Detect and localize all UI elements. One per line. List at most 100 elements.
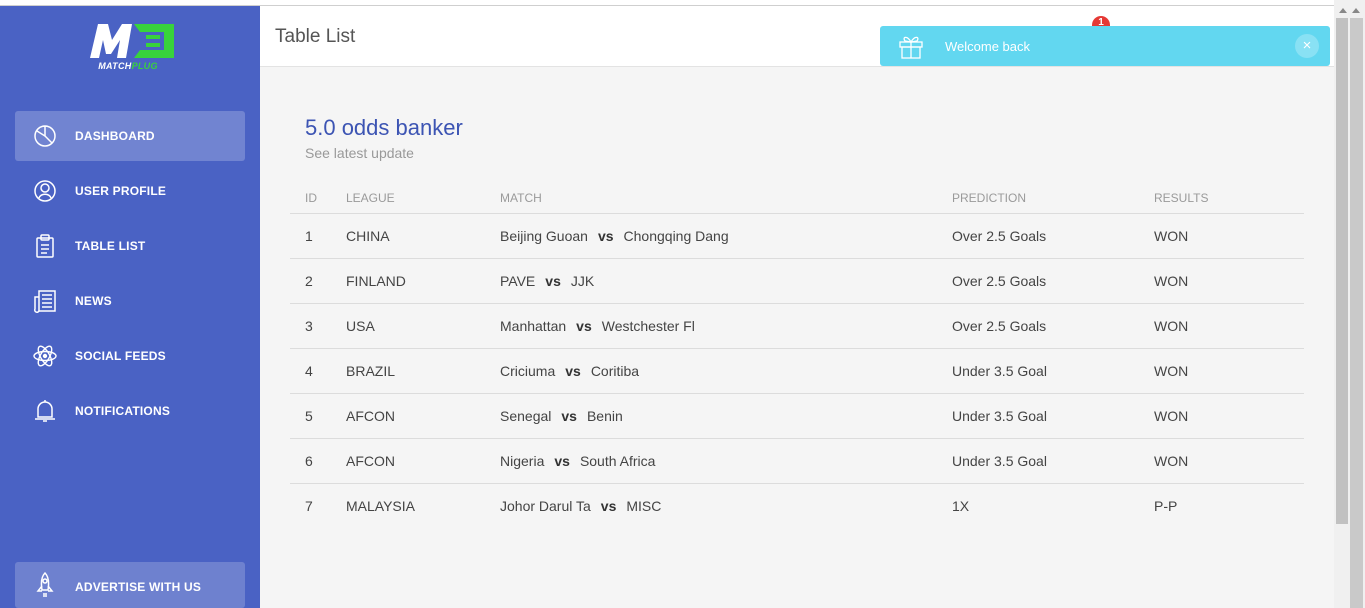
app-logo[interactable]: MATCHPLUG (86, 20, 178, 76)
newspaper-icon (34, 290, 56, 313)
bell-icon (35, 400, 55, 422)
table-row: 1 CHINA Beijing Guoan vs Chongqing Dang Ov… (290, 213, 1304, 259)
page-scrollbar[interactable] (1334, 0, 1365, 608)
sidebar-item-label: NOTIFICATIONS (75, 404, 171, 418)
scrollbar-thumb[interactable] (1336, 18, 1348, 524)
column-header-results: RESULTS (1154, 184, 1304, 214)
scrollbar-thumb[interactable] (1350, 18, 1363, 608)
column-header-prediction: PREDICTION (952, 184, 1154, 214)
vs-label: vs (565, 362, 581, 379)
vs-label: vs (561, 407, 577, 424)
cell-match: Criciuma vs Coritiba (500, 348, 952, 394)
cell-prediction: Under 3.5 Goal (952, 438, 1154, 484)
sidebar-item-label: TABLE LIST (75, 239, 146, 253)
cell-match: PAVE vs JJK (500, 258, 952, 304)
sidebar: MATCHPLUG DASHBOARD USER PROFILE TABLE L… (0, 6, 260, 608)
cell-id: 4 (290, 348, 346, 394)
column-header-match: MATCH (500, 184, 952, 214)
cell-league: MALAYSIA (346, 497, 415, 514)
column-header-id: ID (290, 184, 346, 214)
cell-result: WON (1154, 258, 1304, 304)
main-content: 5.0 odds banker See latest update ID LEA… (260, 67, 1334, 608)
cell-prediction: Under 3.5 Goal (952, 348, 1154, 394)
clipboard-icon (36, 234, 54, 258)
away-team: JJK (570, 272, 595, 289)
sidebar-item-label: DASHBOARD (75, 129, 155, 143)
home-team: PAVE (500, 272, 536, 289)
home-team: Manhattan (500, 317, 567, 334)
cell-league: CHINA (346, 213, 500, 259)
scroll-up-arrow-icon[interactable] (1352, 8, 1360, 13)
sidebar-item-label: USER PROFILE (75, 184, 167, 198)
sidebar-item-social-feeds[interactable]: SOCIAL FEEDS (15, 331, 245, 381)
home-team: Johor Darul Ta (500, 497, 591, 514)
table-header-row: ID LEAGUE MATCH PREDICTION RESULTS (290, 184, 1304, 214)
user-icon (34, 180, 56, 202)
cell-match: Manhattan vs Westchester Fl (500, 303, 952, 349)
brand-suffix: PLUG (131, 61, 158, 71)
cell-match: Johor Darul Ta vs MISC (500, 483, 952, 528)
rocket-icon (36, 572, 54, 597)
cell-prediction: Over 2.5 Goals (952, 303, 1154, 349)
gift-icon (899, 36, 923, 59)
cell-prediction: Over 2.5 Goals (952, 258, 1154, 304)
home-team: Criciuma (500, 362, 556, 379)
away-team: Benin (586, 407, 623, 424)
cell-match: Beijing Guoan vs Chongqing Dang (500, 213, 952, 259)
home-team: Beijing Guoan (500, 227, 588, 244)
cell-prediction: 1X (952, 497, 970, 514)
cell-result: WON (1154, 303, 1304, 349)
cell-match: Nigeria vs South Africa (500, 438, 952, 484)
away-team: South Africa (579, 452, 656, 469)
vs-label: vs (554, 452, 570, 469)
table-row: 7 MALAYSIA Johor Darul Ta vs MISC 1X P-P (290, 483, 1304, 528)
vs-label: vs (545, 272, 561, 289)
cell-result: P-P (1154, 497, 1178, 514)
away-team: MISC (626, 497, 662, 514)
welcome-toast: Welcome back × (880, 26, 1330, 66)
sidebar-item-dashboard[interactable]: DASHBOARD (15, 111, 245, 161)
away-team: Coritiba (590, 362, 640, 379)
table-row: 5 AFCON Senegal vs Benin Under 3.5 Goal WO… (290, 393, 1304, 439)
cell-league: AFCON (346, 393, 500, 439)
scroll-up-arrow-icon[interactable] (1339, 8, 1347, 13)
cell-prediction: Under 3.5 Goal (952, 393, 1154, 439)
atom-icon (33, 345, 57, 367)
sidebar-item-table-list[interactable]: TABLE LIST (15, 221, 245, 271)
table-row: 4 BRAZIL Criciuma vs Coritiba Under 3.5 Go… (290, 348, 1304, 394)
cell-league: AFCON (346, 438, 500, 484)
pie-chart-icon (34, 125, 56, 147)
sidebar-item-notifications[interactable]: NOTIFICATIONS (15, 386, 245, 436)
sidebar-item-label: NEWS (75, 294, 112, 308)
toast-message: Welcome back (945, 39, 1031, 54)
advertise-button[interactable]: ADVERTISE WITH US (15, 562, 245, 608)
away-team: Chongqing Dang (623, 227, 729, 244)
cell-result: WON (1154, 213, 1304, 259)
sidebar-item-label: SOCIAL FEEDS (75, 349, 166, 363)
cell-league: USA (346, 303, 500, 349)
card-subtitle: See latest update (305, 145, 414, 161)
table-row: 3 USA Manhattan vs Westchester Fl Over 2.5… (290, 303, 1304, 349)
cell-id: 1 (290, 213, 346, 259)
brand-prefix: MATCH (98, 61, 132, 71)
sidebar-item-user-profile[interactable]: USER PROFILE (15, 166, 245, 216)
page-title: Table List (275, 26, 356, 47)
cell-result: WON (1154, 393, 1304, 439)
vs-label: vs (597, 227, 614, 244)
vs-label: vs (576, 317, 592, 334)
home-team: Nigeria (500, 452, 545, 469)
table-row: 2 FINLAND PAVE vs JJK Over 2.5 Goals WON (290, 258, 1304, 304)
column-header-league: LEAGUE (346, 184, 500, 214)
cell-id: 6 (290, 438, 346, 484)
cell-prediction: Over 2.5 Goals (952, 213, 1154, 259)
cell-id: 5 (290, 393, 346, 439)
table-row: 6 AFCON Nigeria vs South Africa Under 3.5 … (290, 438, 1304, 484)
matchplug-logo-icon (90, 24, 174, 58)
sidebar-item-news[interactable]: NEWS (15, 276, 245, 326)
cell-league: FINLAND (346, 258, 500, 304)
toast-close-button[interactable]: × (1295, 34, 1319, 58)
away-team: Westchester Fl (601, 317, 695, 334)
cell-id: 2 (290, 258, 346, 304)
vs-label: vs (600, 497, 617, 514)
cell-id: 7 (305, 497, 313, 514)
